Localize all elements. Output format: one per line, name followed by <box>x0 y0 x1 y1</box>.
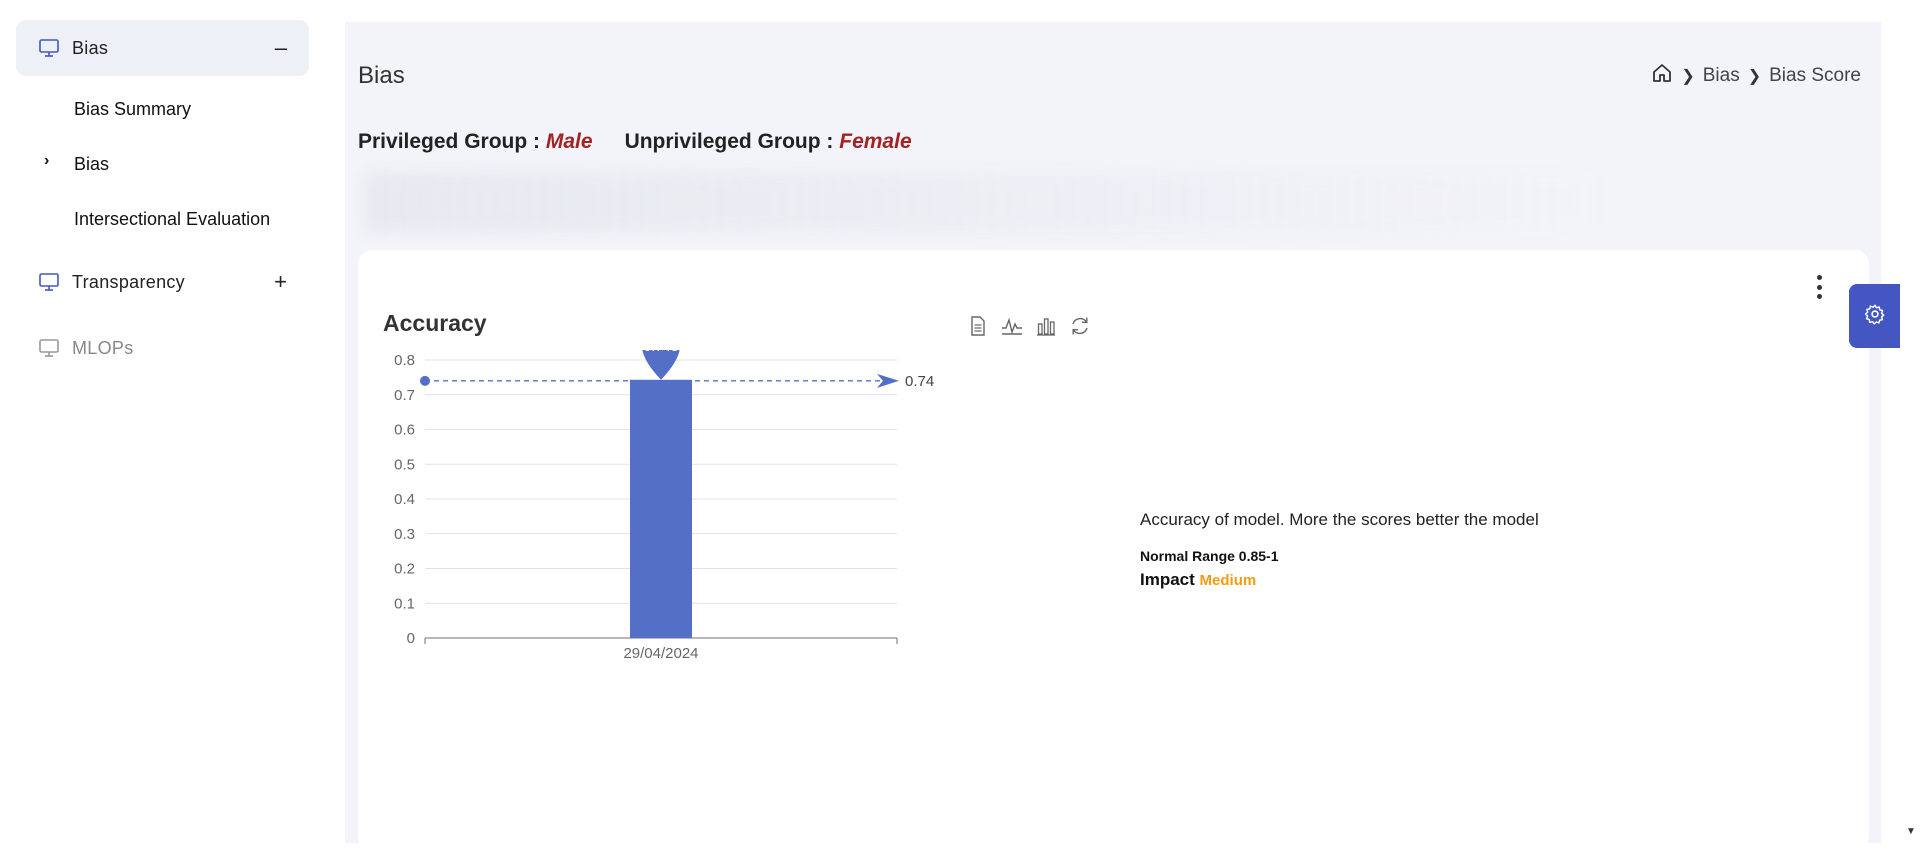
unprivileged-group-label: Unprivileged Group : <box>624 130 834 153</box>
markline-label: 0.74 <box>905 373 934 390</box>
metric-description: Accuracy of model. More the scores bette… <box>1140 510 1539 590</box>
impact-label: Impact <box>1140 570 1195 589</box>
sidebar-section-bias[interactable]: Bias – <box>16 20 309 76</box>
privileged-group-label: Privileged Group : <box>358 130 541 153</box>
unprivileged-group: Unprivileged Group : Female <box>625 130 912 154</box>
y-tick-label: 0 <box>407 630 415 647</box>
settings-button[interactable] <box>1849 284 1900 348</box>
sidebar-item-intersectional-evaluation[interactable]: Intersectional Evaluation <box>74 209 270 230</box>
x-tick-label: 29/04/2024 <box>623 645 698 662</box>
restore-icon[interactable] <box>1068 314 1092 338</box>
blurred-region <box>365 172 1595 232</box>
monitor-icon <box>38 271 60 293</box>
sidebar-section-label: MLOPs <box>72 337 134 358</box>
sidebar: Bias – Bias Summary › Bias Intersectiona… <box>0 0 324 843</box>
bar-chart-icon[interactable] <box>1034 314 1058 338</box>
monitor-icon <box>38 337 60 359</box>
privileged-group: Privileged Group : Male <box>358 130 593 154</box>
y-tick-label: 0.3 <box>394 526 415 543</box>
impact: Impact Medium <box>1140 570 1539 590</box>
chevron-right-icon: ❯ <box>1681 68 1695 85</box>
metric-card: Accuracy 0 0.1 0.2 0.3 0.4 0.5 0.6 0.7 0.8 29/04/… <box>358 250 1869 850</box>
chevron-right-icon: ❯ <box>1747 68 1762 85</box>
collapse-icon[interactable]: – <box>275 35 287 61</box>
page-title: Bias <box>358 62 405 89</box>
y-tick-label: 0.4 <box>394 491 415 508</box>
sidebar-section-transparency[interactable]: Transparency + <box>16 254 309 310</box>
sidebar-section-label: Bias <box>72 37 109 58</box>
breadcrumb-item[interactable]: Bias <box>1703 65 1740 87</box>
y-tick-label: 0.2 <box>394 561 415 578</box>
chevron-right-icon: › <box>44 152 50 169</box>
breadcrumb: ❯ Bias ❯ Bias Score <box>1651 62 1861 90</box>
sidebar-item-bias-summary[interactable]: Bias Summary <box>74 99 191 120</box>
card-title: Accuracy <box>383 310 487 336</box>
breadcrumb-item-current: Bias Score <box>1769 65 1861 86</box>
sidebar-section-label: Transparency <box>72 271 185 292</box>
impact-value: Medium <box>1199 572 1257 589</box>
more-options-icon[interactable] <box>1815 275 1823 299</box>
normal-range: Normal Range 0.85-1 <box>1140 548 1279 564</box>
y-tick-label: 0.6 <box>394 422 415 439</box>
group-info: Privileged Group : Male Unprivileged Gro… <box>358 130 912 154</box>
y-tick-label: 0.8 <box>394 352 415 369</box>
home-icon[interactable] <box>1651 62 1673 90</box>
bar <box>630 379 692 638</box>
accuracy-bar-chart: 0 0.1 0.2 0.3 0.4 0.5 0.6 0.7 0.8 29/04/2024 0.743… <box>394 350 934 662</box>
chart-toolbox <box>966 314 1092 338</box>
scroll-down-arrow[interactable]: ▼ <box>1906 826 1916 837</box>
unprivileged-group-value: Female <box>839 130 912 153</box>
sidebar-section-mlops[interactable]: MLOPs <box>16 320 309 376</box>
max-marker-label: 0.743 <box>643 350 678 354</box>
y-tick-label: 0.7 <box>394 387 415 404</box>
privileged-group-value: Male <box>545 130 593 153</box>
line-chart-icon[interactable] <box>1000 314 1024 338</box>
description-text: Accuracy of model. More the scores bette… <box>1140 510 1539 529</box>
gear-icon <box>1864 303 1886 330</box>
markline-arrow <box>877 373 899 388</box>
main-content: Bias ❯ Bias ❯ Bias Score Privileged Grou… <box>345 22 1881 850</box>
data-view-icon[interactable] <box>966 314 990 338</box>
y-tick-label: 0.5 <box>394 456 415 473</box>
y-tick-label: 0.1 <box>394 595 415 612</box>
expand-icon[interactable]: + <box>274 269 287 295</box>
max-marker-pin <box>642 350 680 380</box>
monitor-icon <box>38 37 60 59</box>
sidebar-item-bias[interactable]: Bias <box>74 154 109 175</box>
